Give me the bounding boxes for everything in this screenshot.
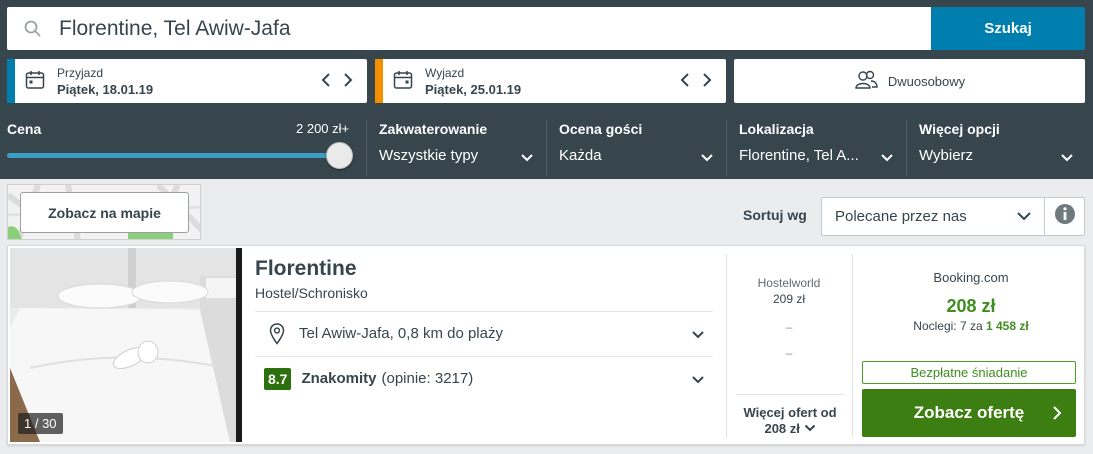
location-filter-value: Florentine, Tel A... — [739, 147, 859, 164]
chevron-down-icon — [1060, 150, 1074, 168]
chevron-down-icon — [520, 150, 534, 168]
provider-name: Booking.com — [933, 270, 1009, 285]
search-input[interactable]: Florentine, Tel Awiw-Jafa — [7, 7, 931, 50]
price-max-label: 2 200 zł+ — [296, 121, 350, 136]
more-options-filter[interactable]: Więcej opcji Wybierz — [919, 110, 1079, 179]
more-offers-price: 208 zł — [764, 421, 800, 436]
result-card: 1 / 30 Florentine Hostel/Schronisko Tel … — [7, 245, 1085, 445]
location-pin-icon — [269, 322, 285, 345]
calendar-icon — [393, 70, 413, 95]
other-provider-name[interactable]: Hostelworld — [728, 276, 850, 290]
checkout-date-field[interactable]: Wyjazd Piątek, 25.01.19 — [375, 59, 726, 103]
view-deal-label: Zobacz ofertę — [913, 403, 1025, 422]
rating-row[interactable]: 8.7 Znakomity (opinie: 3217) — [255, 356, 713, 400]
column-divider — [726, 254, 727, 438]
hotel-photo[interactable]: 1 / 30 — [10, 248, 242, 442]
chevron-down-icon — [700, 150, 714, 168]
checkin-date-field[interactable]: Przyjazd Piątek, 18.01.19 — [7, 59, 367, 103]
filter-divider — [726, 120, 727, 176]
location-filter[interactable]: Lokalizacja Florentine, Tel A... — [739, 110, 899, 179]
more-offers-link[interactable]: Więcej ofert od 208 zł — [736, 394, 844, 437]
rating-reviews: (opinie: 3217) — [381, 370, 474, 387]
checkout-value: Piątek, 25.01.19 — [425, 82, 522, 97]
nights-total: 1 458 zł — [986, 319, 1029, 333]
search-button[interactable]: Szukaj — [931, 7, 1085, 50]
prev-day-icon[interactable] — [319, 70, 333, 90]
chevron-down-icon — [804, 421, 816, 436]
guest-rating-filter-title: Ocena gości — [559, 121, 643, 137]
other-provider-price[interactable]: 209 zł — [728, 292, 850, 306]
more-offers-label: Więcej ofert od — [743, 405, 837, 420]
empty-offer-dash: – — [785, 320, 793, 334]
hotel-name[interactable]: Florentine — [255, 257, 357, 281]
location-text: Tel Awiw-Jafa, 0,8 km do plaży — [299, 325, 503, 342]
empty-offer-dash: – — [785, 346, 793, 360]
column-divider — [852, 254, 853, 438]
search-icon — [7, 20, 59, 38]
chevron-down-icon — [1016, 210, 1032, 227]
sort-info-button[interactable] — [1044, 197, 1085, 236]
rating-score-badge: 8.7 — [264, 367, 292, 390]
more-options-filter-value: Wybierz — [919, 147, 974, 164]
calendar-icon — [25, 70, 45, 95]
accommodation-filter-title: Zakwaterowanie — [379, 121, 488, 137]
price-slider-track[interactable] — [7, 153, 337, 158]
price-filter-title: Cena — [7, 121, 42, 137]
location-filter-title: Lokalizacja — [739, 121, 814, 137]
info-icon — [1054, 203, 1076, 230]
price-slider-handle[interactable] — [326, 142, 353, 169]
room-type-selector[interactable]: Dwuosobowy — [734, 59, 1085, 103]
chevron-down-icon — [691, 327, 705, 344]
guests-icon — [854, 70, 878, 93]
next-day-icon[interactable] — [700, 70, 714, 90]
nights-prefix: Noclegi: 7 za — [913, 319, 983, 333]
rating-word: Znakomity — [301, 370, 377, 387]
checkout-label: Wyjazd — [425, 66, 465, 80]
chevron-down-icon — [880, 150, 894, 168]
search-panel: Florentine, Tel Awiw-Jafa Szukaj Przyjaz… — [0, 0, 1093, 179]
show-on-map-button[interactable]: Zobacz na mapie — [20, 192, 189, 233]
deal-price[interactable]: 208 zł — [860, 296, 1082, 317]
chevron-down-icon — [691, 372, 705, 389]
nights-summary: Noclegi: 7 za 1 458 zł — [860, 319, 1082, 333]
next-day-icon[interactable] — [341, 70, 355, 90]
sort-select-value: Polecane przez nas — [835, 208, 967, 225]
view-deal-button[interactable]: Zobacz ofertę — [862, 389, 1076, 437]
photo-counter: 1 / 30 — [18, 413, 63, 434]
search-value: Florentine, Tel Awiw-Jafa — [59, 16, 291, 40]
checkin-value: Piątek, 18.01.19 — [57, 82, 154, 97]
filter-divider — [546, 120, 547, 176]
more-options-filter-title: Więcej opcji — [919, 121, 1000, 137]
accommodation-filter-value: Wszystkie typy — [379, 147, 479, 164]
room-type-label: Dwuosobowy — [887, 73, 966, 89]
sort-select[interactable]: Polecane przez nas — [821, 197, 1045, 236]
checkin-accent-stripe — [7, 59, 15, 103]
guest-rating-filter[interactable]: Ocena gości Każda — [559, 110, 719, 179]
location-row[interactable]: Tel Awiw-Jafa, 0,8 km do plaży — [255, 311, 713, 355]
free-breakfast-badge: Bezpłatne śniadanie — [862, 361, 1076, 384]
chevron-right-icon — [1052, 405, 1062, 426]
filter-bar: Cena 2 200 zł+ Zakwaterowanie Wszystkie … — [0, 110, 1093, 179]
prev-day-icon[interactable] — [678, 70, 692, 90]
sort-label: Sortuj wg — [743, 207, 807, 223]
checkout-accent-stripe — [375, 59, 383, 103]
filter-divider — [366, 120, 367, 176]
hotel-type: Hostel/Schronisko — [255, 285, 368, 301]
accommodation-filter[interactable]: Zakwaterowanie Wszystkie typy — [379, 110, 539, 179]
filter-divider — [906, 120, 907, 176]
checkin-label: Przyjazd — [57, 66, 104, 80]
guest-rating-filter-value: Każda — [559, 147, 602, 164]
